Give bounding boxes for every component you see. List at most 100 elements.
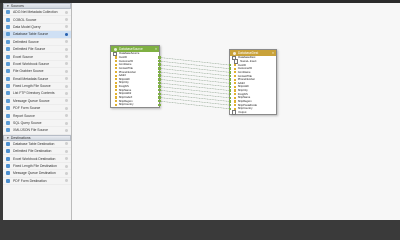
source-component-icon — [6, 76, 10, 81]
field-icon — [234, 67, 237, 70]
field-icon — [115, 56, 118, 59]
toolbox-item[interactable]: Fixed Length File Destination — [3, 163, 71, 171]
field-mapping-line[interactable] — [159, 71, 230, 80]
field-icon — [115, 70, 118, 74]
toolbox-item[interactable]: Excel Workbook Source — [3, 61, 71, 69]
toolbox-panel: ▾ Sources ADO.Net Metadata Collection COB… — [3, 3, 72, 220]
info-icon[interactable] — [65, 40, 68, 44]
info-icon[interactable] — [65, 142, 68, 146]
info-icon[interactable] — [65, 77, 68, 81]
field-icon — [234, 104, 237, 107]
toolbox-item[interactable]: ADO.Net Metadata Collection — [3, 9, 71, 17]
info-icon[interactable] — [65, 91, 68, 95]
field-mapping-line[interactable] — [159, 75, 230, 84]
collapse-triangle-icon[interactable]: ▾ — [7, 4, 9, 8]
toolbox-item-label: Delimited File Source — [13, 47, 46, 52]
toolbox-item-label: Report Source — [13, 113, 35, 118]
toolbox-item[interactable]: PDF Form Source — [3, 105, 71, 113]
toolbox-item-label: Delimited Source — [13, 39, 39, 44]
toolbox-item[interactable]: XML/JSON File Source — [3, 127, 71, 135]
toolbox-item[interactable]: Message Queue Destination — [3, 170, 71, 178]
field-icon — [234, 89, 237, 92]
connector-port[interactable] — [158, 103, 161, 107]
field-mapping-line[interactable] — [159, 93, 230, 102]
info-icon[interactable] — [65, 32, 68, 36]
expand-toggle[interactable] — [232, 110, 237, 115]
info-icon[interactable] — [65, 114, 68, 118]
toolbox-item[interactable]: Database Table Source — [3, 31, 71, 39]
field-icon — [115, 67, 118, 70]
toolbox-item[interactable]: Message Queue Source — [3, 98, 71, 106]
info-icon[interactable] — [65, 10, 68, 14]
toolbox-item[interactable]: File Grabber Source — [3, 68, 71, 76]
toolbox-item[interactable]: Delimited Source — [3, 39, 71, 46]
field-mapping-line[interactable] — [159, 97, 230, 106]
field-mapping-line[interactable] — [159, 60, 230, 69]
toolbox-item-label: Fixed Length File Destination — [13, 164, 57, 168]
source-node-title: DatabaseSource — [119, 47, 143, 51]
design-canvas[interactable]: DatabaseSource × DatabaseSource CustID Cu… — [72, 3, 400, 220]
toolbox-item[interactable]: List FTP Directory Contents — [3, 90, 71, 98]
field-mapping-line[interactable] — [159, 100, 230, 109]
info-icon[interactable] — [65, 84, 68, 88]
toolbox-item[interactable]: SQL Query Source — [3, 120, 71, 128]
info-icon[interactable] — [65, 69, 68, 73]
close-icon[interactable]: × — [155, 47, 157, 51]
info-icon[interactable] — [65, 164, 68, 168]
field-mapping-line[interactable] — [159, 68, 230, 77]
info-icon[interactable] — [65, 157, 68, 161]
toolbox-item-label: SQL Query Source — [13, 121, 42, 126]
toolbox-item[interactable]: Database Table Destination — [3, 141, 71, 149]
toolbox-item-label: Excel Workbook Destination — [13, 156, 56, 161]
field-icon — [115, 103, 118, 106]
info-icon[interactable] — [65, 171, 68, 175]
field-mapping-line[interactable] — [159, 90, 230, 99]
field-mapping-line[interactable] — [159, 86, 230, 95]
close-icon[interactable]: × — [272, 51, 274, 55]
toolbox-item[interactable]: PDF Form Destination — [3, 178, 71, 185]
toolbox-item[interactable]: Email Metadata Source — [3, 76, 71, 83]
source-component-icon — [6, 24, 10, 29]
info-icon[interactable] — [65, 179, 68, 183]
field-mapping-line[interactable] — [159, 64, 230, 73]
toolbox-item-label: Excel Source — [13, 54, 33, 59]
info-icon[interactable] — [65, 128, 68, 132]
toolbox-item[interactable]: Data Model Query — [3, 24, 71, 32]
toolbox-item[interactable]: Delimited File Destination — [3, 148, 71, 156]
source-component-icon — [6, 54, 10, 59]
info-icon[interactable] — [65, 55, 68, 59]
field-mapping-line[interactable] — [159, 57, 230, 66]
destination-node[interactable]: DatabaseDest × DatabaseDest NameL.Insert… — [228, 49, 277, 116]
info-icon[interactable] — [65, 25, 68, 29]
toolbox-item-label: List FTP Directory Contents — [13, 91, 55, 96]
source-component-icon — [6, 47, 10, 52]
field-row[interactable]: ShipCountry — [111, 103, 161, 107]
source-component-icon — [6, 61, 10, 66]
info-icon[interactable] — [65, 47, 68, 51]
toolbox-item[interactable]: Report Source — [3, 112, 71, 120]
info-icon[interactable] — [65, 62, 68, 66]
info-icon[interactable] — [65, 18, 68, 22]
output-row[interactable]: Output — [230, 110, 276, 115]
toolbox-item[interactable]: Excel Workbook Destination — [3, 155, 71, 163]
field-icon — [234, 96, 237, 99]
info-icon[interactable] — [65, 106, 68, 110]
field-mapping-line[interactable] — [159, 79, 230, 88]
field-mapping-line[interactable] — [159, 82, 230, 91]
destination-fields: CustID CustomerID ComName ContactTitle Phone… — [228, 63, 276, 110]
toolbox-item[interactable]: Fixed Length File Source — [3, 83, 71, 91]
collapse-triangle-icon[interactable]: ▾ — [7, 136, 9, 140]
source-component-icon — [6, 128, 10, 133]
info-icon[interactable] — [65, 121, 68, 125]
toolbox-item[interactable]: Excel Source — [3, 53, 71, 61]
output-label: Output — [238, 110, 247, 114]
source-node[interactable]: DatabaseSource × DatabaseSource CustID Cu… — [110, 45, 161, 108]
field-icon — [115, 63, 118, 66]
field-icon — [234, 78, 237, 81]
info-icon[interactable] — [65, 99, 68, 103]
toolbox-item[interactable]: COBOL Source — [3, 16, 71, 24]
toolbox-item-label: COBOL Source — [13, 17, 37, 22]
toolbox-item[interactable]: Delimited File Source — [3, 46, 71, 54]
toolbox-item-label: Fixed Length File Source — [13, 84, 51, 89]
info-icon[interactable] — [65, 149, 68, 153]
